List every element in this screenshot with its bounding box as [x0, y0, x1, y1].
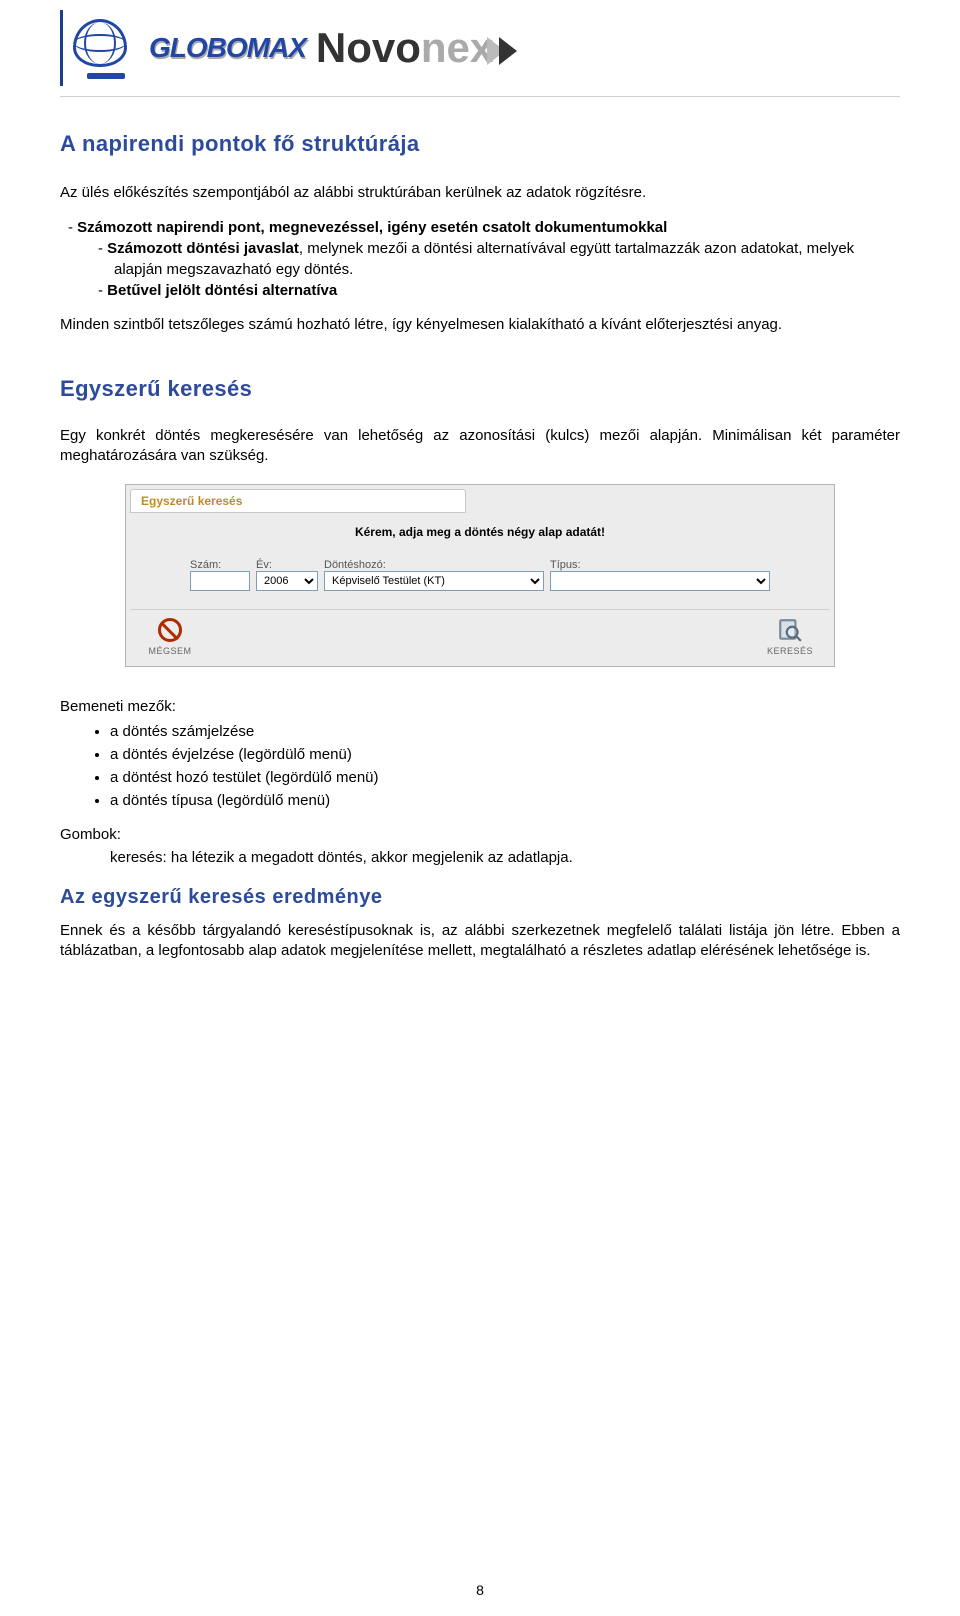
list-item: a döntést hozó testület (legördülő menü) [110, 767, 900, 788]
label-buttons: Gombok: [60, 825, 900, 845]
heading-structure: A napirendi pontok fő struktúrája [60, 131, 900, 157]
para-search-intro: Egy konkrét döntés megkeresésére van leh… [60, 426, 900, 467]
list-item: a döntés számjelzése [110, 721, 900, 742]
page-header: GLOBOMAX Novonex [60, 10, 900, 97]
heading-search-result: Az egyszerű keresés eredménye [60, 886, 900, 909]
search-icon [776, 616, 804, 644]
list-item: a döntés évjelzése (legördülő menü) [110, 744, 900, 765]
page-number: 8 [0, 1582, 960, 1598]
button-description: keresés: ha létezik a megadott döntés, a… [110, 848, 900, 868]
select-ev[interactable]: 2006 [256, 571, 318, 591]
search-panel-title: Egyszerű keresés [130, 489, 466, 513]
label-input-fields: Bemeneti mezők: [60, 697, 900, 717]
label-tipus: Típus: [550, 559, 770, 571]
arrow-icon [487, 35, 527, 67]
brand-novonext: Novonex [316, 24, 527, 72]
list-item: Betűvel jelölt döntési alternatíva [114, 280, 900, 301]
select-tipus[interactable] [550, 571, 770, 591]
search-instruction: Kérem, adja meg a döntés négy alap adatá… [130, 525, 830, 539]
list-item: a döntés típusa (legördülő menü) [110, 790, 900, 811]
select-donteshozo[interactable]: Képviselő Testület (KT) [324, 571, 544, 591]
para-structure-intro: Az ülés előkészítés szempontjából az alá… [60, 183, 900, 203]
globe-icon [73, 19, 139, 77]
structure-list: Számozott napirendi pont, megnevezéssel,… [84, 217, 900, 301]
label-szam: Szám: [190, 559, 250, 571]
para-structure-note: Minden szintből tetszőleges számú hozhat… [60, 315, 900, 335]
list-item: Számozott döntési javaslat, melynek mező… [114, 238, 900, 280]
header-divider-left [60, 10, 63, 86]
input-szam[interactable] [190, 571, 250, 591]
label-ev: Év: [256, 559, 318, 571]
heading-simple-search: Egyszerű keresés [60, 376, 900, 402]
search-button[interactable]: KERESÉS [764, 616, 816, 656]
para-search-result: Ennek és a később tárgyalandó kereséstíp… [60, 921, 900, 962]
cancel-icon [156, 616, 184, 644]
input-fields-list: a döntés számjelzése a döntés évjelzése … [110, 721, 900, 811]
search-panel: Egyszerű keresés Kérem, adja meg a dönté… [125, 484, 835, 667]
list-item: Számozott napirendi pont, megnevezéssel,… [84, 217, 900, 301]
cancel-button[interactable]: MÉGSEM [144, 616, 196, 656]
brand-globomax: GLOBOMAX [149, 32, 306, 64]
label-donteshozo: Döntéshozó: [324, 559, 544, 571]
